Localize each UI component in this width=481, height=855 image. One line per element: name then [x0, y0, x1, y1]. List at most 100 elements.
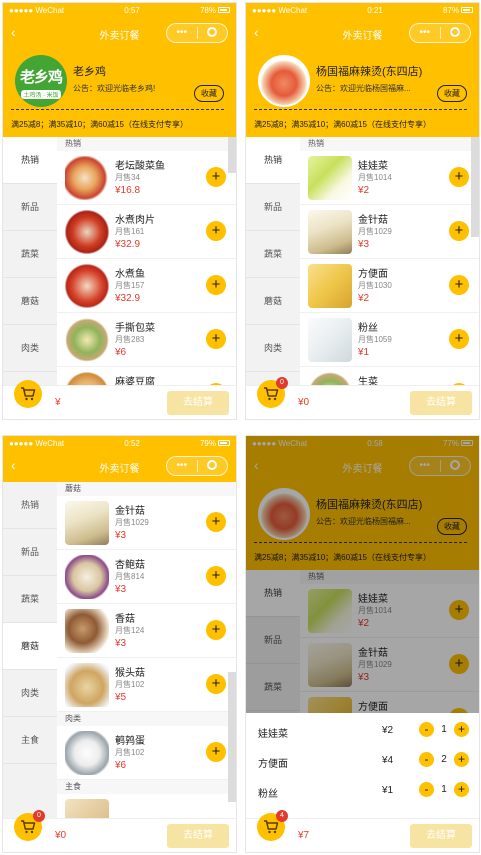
dish-price: ¥3: [115, 584, 127, 595]
dish-item: 老坛酸菜鱼 月售34 ¥16.8 +: [57, 151, 236, 205]
dish-image: [65, 372, 109, 385]
dish-list: 热销 娃娃菜 月售1014 ¥2 + 金针菇 月售1029 ¥3 + 方便面 月售1030 ¥2 + 粉丝…: [300, 137, 479, 385]
scrollbar[interactable]: [228, 672, 236, 802]
capsule-menu: •••: [166, 23, 228, 43]
category-item[interactable]: 肉类: [246, 325, 300, 372]
dish-name: 香菇: [115, 614, 135, 625]
checkout-button[interactable]: 去结算: [167, 824, 229, 848]
quantity-value: 2: [441, 754, 447, 765]
dish-sales: 月售283: [115, 335, 145, 344]
dish-name: 杏鲍菇: [115, 560, 145, 571]
dish-name: 水煮鱼: [115, 269, 145, 280]
battery-percent: 87%: [442, 5, 459, 15]
add-button[interactable]: +: [206, 167, 226, 187]
minus-button[interactable]: -: [419, 752, 434, 767]
add-button[interactable]: +: [206, 329, 226, 349]
scrollbar[interactable]: [471, 137, 479, 237]
add-button[interactable]: +: [206, 674, 226, 694]
dish-item: 麻婆豆腐+: [57, 367, 236, 385]
add-button[interactable]: +: [206, 275, 226, 295]
more-dots-icon[interactable]: •••: [167, 457, 197, 475]
category-sidebar: 热销 新品 蔬菜 蘑菇 肉类 主食: [3, 482, 57, 818]
dish-price: ¥3: [358, 239, 370, 250]
minus-button[interactable]: -: [419, 782, 434, 797]
shop-header: 老乡鸡 土鸡汤 · 米饭 老乡鸡 公告：欢迎光临老乡鸡! 收藏 满25减8；满35减10；…: [3, 49, 236, 137]
cart-popup-row: 娃娃菜 ¥2 -1 +: [246, 719, 479, 746]
favorite-button[interactable]: 收藏: [437, 85, 467, 102]
close-circle-icon[interactable]: [198, 457, 228, 475]
dish-price: ¥6: [115, 760, 127, 771]
category-item[interactable]: 主食: [3, 717, 57, 764]
dish-image: [65, 501, 109, 545]
close-circle-icon[interactable]: [441, 24, 471, 42]
category-item[interactable]: 新品: [3, 184, 57, 231]
cart-icon[interactable]: 0: [257, 377, 288, 408]
category-sidebar: 热销新品蔬菜蘑菇肉类: [246, 137, 300, 385]
add-button[interactable]: +: [449, 221, 469, 241]
more-dots-icon[interactable]: •••: [167, 24, 197, 42]
category-item[interactable]: 新品: [3, 529, 57, 576]
dish-price: ¥3: [115, 638, 127, 649]
dish-item: 鹌鹑蛋 月售102 ¥6 +: [57, 726, 236, 780]
add-button[interactable]: +: [206, 512, 226, 532]
close-circle-icon[interactable]: [198, 24, 228, 42]
dish-name: 水煮肉片: [115, 215, 155, 226]
dish-image: [65, 799, 109, 818]
add-button[interactable]: +: [449, 167, 469, 187]
cart-item-name: 方便面: [258, 759, 288, 770]
category-item[interactable]: 肉类: [3, 670, 57, 717]
category-item[interactable]: 蘑菇: [3, 623, 57, 670]
add-button[interactable]: +: [206, 566, 226, 586]
shop-header: 杨国福麻辣烫(东四店) 公告：欢迎光临杨国福麻... 收藏 满25减8；满35减10；…: [246, 49, 479, 137]
category-item[interactable]: 蔬菜: [3, 231, 57, 278]
category-item[interactable]: 热销: [3, 137, 57, 184]
category-item[interactable]: 热销: [3, 482, 57, 529]
add-button[interactable]: +: [449, 275, 469, 295]
favorite-button[interactable]: 收藏: [194, 85, 224, 102]
checkout-button[interactable]: 去结算: [167, 391, 229, 415]
category-item[interactable]: 蘑菇: [3, 278, 57, 325]
promo-text: 满25减8；满35减10；满60减15（在线支付专享）: [254, 120, 431, 129]
phone-screen-4: ●●●●● WeChat 0:58 77% ‹ 外卖订餐 ••• 杨国福麻辣烫(东四店) 公告…: [245, 435, 480, 853]
category-item[interactable]: 热销: [246, 137, 300, 184]
category-item[interactable]: 肉类: [3, 325, 57, 372]
add-button[interactable]: +: [449, 329, 469, 349]
battery-icon: [217, 440, 230, 446]
dish-name: 鹌鹑蛋: [115, 736, 145, 747]
dish-item: [57, 794, 236, 818]
status-bar: ●●●●● WeChat 0:21 87%: [246, 3, 479, 17]
add-button[interactable]: +: [206, 620, 226, 640]
shop-logo: 老乡鸡 土鸡汤 · 米饭: [15, 55, 67, 107]
category-item[interactable]: 新品: [246, 184, 300, 231]
dish-sales: 月售124: [115, 626, 145, 635]
battery-icon: [217, 7, 230, 13]
capsule-menu: •••: [409, 23, 471, 43]
scrollbar[interactable]: [228, 137, 236, 173]
plus-button[interactable]: +: [454, 752, 469, 767]
minus-button[interactable]: -: [419, 722, 434, 737]
category-item[interactable]: 蔬菜: [3, 576, 57, 623]
cart-popup: 娃娃菜 ¥2-1 + 方便面 ¥4-2 + 粉丝 ¥1-1 +: [246, 713, 479, 818]
checkout-button[interactable]: 去结算: [410, 391, 472, 415]
dish-image: [308, 318, 352, 362]
add-button[interactable]: +: [206, 742, 226, 762]
dish-image: [65, 609, 109, 653]
cart-icon[interactable]: [14, 380, 42, 408]
dish-price: ¥32.9: [115, 239, 141, 250]
dish-name: 猴头菇: [115, 668, 145, 679]
dish-name: 生菜: [358, 377, 378, 385]
plus-button[interactable]: +: [454, 782, 469, 797]
checkout-button[interactable]: 去结算: [410, 824, 472, 848]
add-button[interactable]: +: [206, 221, 226, 241]
cart-icon[interactable]: 0: [14, 810, 45, 841]
category-item[interactable]: 蘑菇: [246, 278, 300, 325]
quantity-stepper: -1 +: [419, 722, 469, 737]
dish-item: 水煮鱼 月售157 ¥32.9 +: [57, 259, 236, 313]
plus-button[interactable]: +: [454, 722, 469, 737]
cart-item-price: ¥1: [382, 785, 394, 796]
dashed-divider: [11, 109, 224, 110]
dish-item: 生菜+: [300, 367, 479, 385]
category-item[interactable]: 蔬菜: [246, 231, 300, 278]
cart-icon[interactable]: 4: [257, 810, 288, 841]
more-dots-icon[interactable]: •••: [410, 24, 440, 42]
